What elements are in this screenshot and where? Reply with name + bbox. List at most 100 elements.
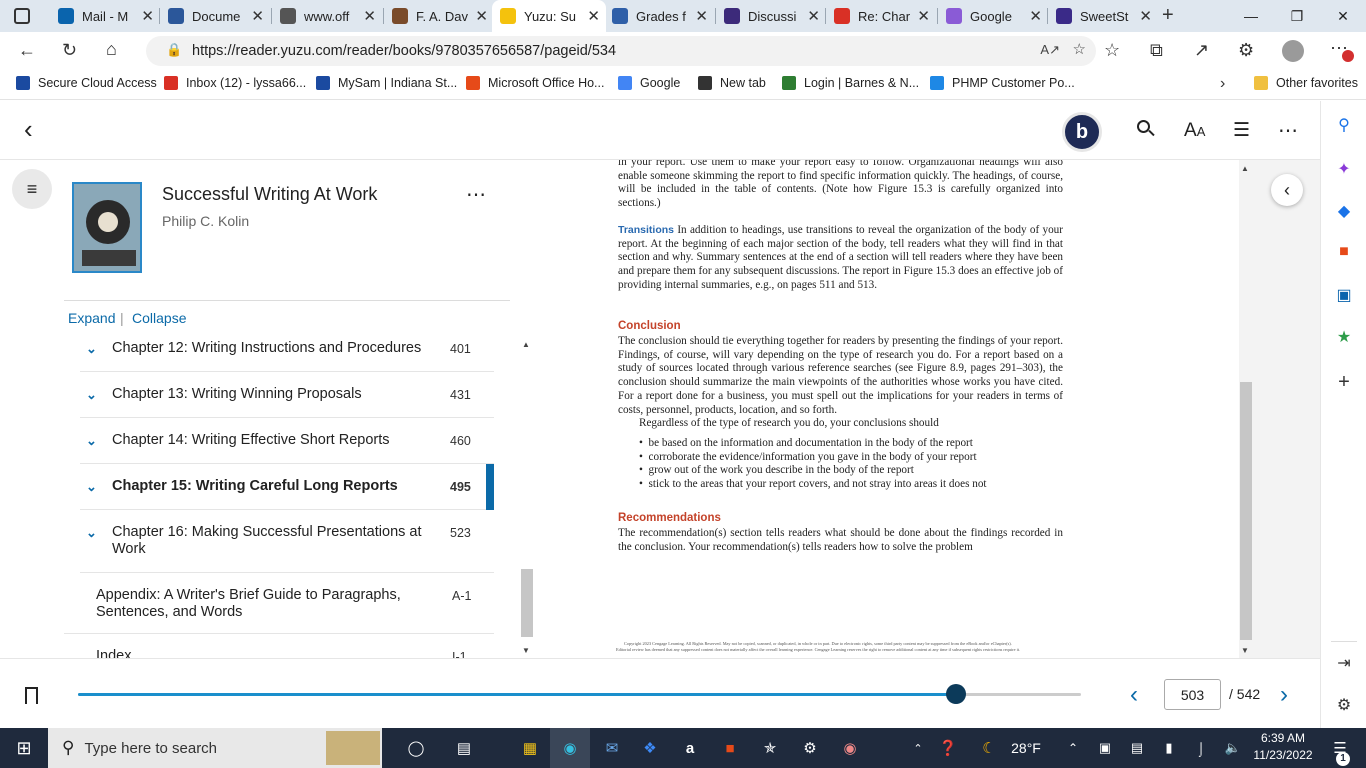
tray-app-icon-1[interactable]: ▣: [1094, 728, 1116, 768]
tab-8[interactable]: Re: Char ✕: [826, 0, 936, 32]
favorite-link-7[interactable]: Login | Barnes & N...: [782, 76, 919, 90]
reader-back-chevron-icon[interactable]: ‹: [24, 116, 33, 142]
edge-taskbar-icon[interactable]: ◉: [550, 728, 590, 768]
toc-scrollbar-thumb[interactable]: [521, 569, 533, 637]
dropbox-icon[interactable]: ❖: [632, 728, 668, 768]
app-bolt-icon[interactable]: ✯: [752, 728, 788, 768]
tray-app-icon-2[interactable]: ▤: [1126, 728, 1148, 768]
settings-taskbar-icon[interactable]: ⚙: [792, 728, 828, 768]
page-number-input[interactable]: 503: [1164, 679, 1221, 710]
favorites-overflow-chevron-icon[interactable]: ›: [1220, 75, 1225, 93]
favorites-icon[interactable]: ☆: [1104, 40, 1120, 61]
page-slider-thumb[interactable]: [945, 684, 966, 704]
task-view-icon[interactable]: ▤: [446, 728, 482, 768]
chevron-down-icon[interactable]: ⌄: [86, 525, 97, 541]
tab-10[interactable]: SweetSt ✕: [1048, 0, 1158, 32]
favorite-link-5[interactable]: Google: [618, 76, 680, 90]
tab-close-icon[interactable]: ✕: [917, 7, 930, 25]
back-arrow-icon[interactable]: ←: [18, 40, 36, 61]
microsoft-store-icon[interactable]: ▦: [512, 728, 548, 768]
favorite-link-4[interactable]: Microsoft Office Ho...: [466, 76, 604, 90]
edge-search-icon[interactable]: ⚲: [1321, 115, 1366, 135]
start-windows-icon[interactable]: ⊞: [0, 728, 48, 768]
search-icon[interactable]: [1137, 120, 1155, 138]
favorite-link-6[interactable]: New tab: [698, 76, 766, 90]
toc-item-4[interactable]: ⌄ Chapter 15: Writing Careful Long Report…: [80, 464, 494, 510]
office-icon[interactable]: ■: [1321, 243, 1366, 261]
battery-icon[interactable]: ▮: [1158, 728, 1180, 768]
add-sidebar-app-icon[interactable]: +: [1321, 371, 1366, 394]
tray-chevron-icon[interactable]: ⌃: [1062, 728, 1084, 768]
tab-6[interactable]: Grades f ✕: [604, 0, 714, 32]
tab-close-icon[interactable]: ✕: [1029, 7, 1042, 25]
chevron-down-icon[interactable]: ⌄: [86, 341, 97, 357]
bookmark-icon[interactable]: [25, 687, 38, 704]
refresh-icon[interactable]: ↻: [62, 40, 77, 61]
tab-close-icon[interactable]: ✕: [251, 7, 264, 25]
tab-9[interactable]: Google ✕: [938, 0, 1048, 32]
page-slider-track[interactable]: [78, 684, 1081, 704]
help-icon[interactable]: ❓: [932, 728, 964, 768]
read-aloud-icon[interactable]: A↗: [1040, 42, 1060, 58]
next-page-chevron-icon[interactable]: ›: [1280, 681, 1288, 709]
restore-button[interactable]: ❐: [1274, 0, 1320, 32]
toc-item-1[interactable]: ⌄ Chapter 12: Writing Instructions and Pr…: [80, 326, 494, 372]
toc-item-5[interactable]: ⌄ Chapter 16: Making Successful Presentat…: [80, 510, 494, 573]
clock[interactable]: 6:39 AM 11/23/2022: [1250, 730, 1316, 764]
tab-close-icon[interactable]: ✕: [587, 7, 600, 25]
share-icon[interactable]: ↗: [1194, 40, 1209, 61]
tab-actions-icon[interactable]: [14, 8, 30, 24]
previous-page-chevron-icon[interactable]: ‹: [1130, 681, 1138, 709]
home-icon[interactable]: ⌂: [106, 39, 117, 60]
favorite-link-1[interactable]: Secure Cloud Access: [16, 76, 157, 90]
add-favorite-icon[interactable]: ☆: [1073, 40, 1086, 58]
toc-item-7[interactable]: Index I-1: [64, 634, 494, 658]
tab-1[interactable]: Mail - M ✕: [50, 0, 160, 32]
hide-sidebar-icon[interactable]: ⇥: [1321, 653, 1366, 673]
toc-menu-button[interactable]: ≡: [12, 169, 52, 209]
mail-taskbar-icon[interactable]: ✉: [594, 728, 630, 768]
page-scrollbar-thumb[interactable]: [1240, 382, 1252, 640]
new-tab-plus-icon[interactable]: +: [1162, 4, 1174, 27]
minimize-button[interactable]: —: [1228, 0, 1274, 32]
tab-close-icon[interactable]: ✕: [807, 7, 820, 25]
other-favorites-link[interactable]: Other favorites: [1254, 76, 1358, 90]
tab-close-icon[interactable]: ✕: [695, 7, 708, 25]
favorite-link-8[interactable]: PHMP Customer Po...: [930, 76, 1075, 90]
toc-item-6[interactable]: Appendix: A Writer's Brief Guide to Para…: [64, 573, 494, 634]
favorite-link-2[interactable]: Inbox (12) - lyssa66...: [164, 76, 306, 90]
weather-moon-icon[interactable]: ☾: [974, 728, 1004, 768]
amazon-icon[interactable]: a: [672, 728, 708, 768]
reader-more-icon[interactable]: ⋯: [1278, 118, 1298, 143]
toc-scroll-down-icon[interactable]: ▼: [522, 646, 530, 655]
close-window-button[interactable]: ✕: [1320, 0, 1366, 32]
tab-close-icon[interactable]: ✕: [1139, 7, 1152, 25]
notes-checklist-icon[interactable]: ☰: [1233, 119, 1250, 142]
tab-close-icon[interactable]: ✕: [475, 7, 488, 25]
copilot-sparkle-icon[interactable]: ✦: [1321, 159, 1366, 179]
toc-item-2[interactable]: ⌄ Chapter 13: Writing Winning Proposals 43…: [80, 372, 494, 418]
tab-2[interactable]: Docume ✕: [160, 0, 270, 32]
collapse-panel-button[interactable]: ‹: [1271, 174, 1303, 206]
book-options-icon[interactable]: ⋯: [466, 182, 486, 207]
address-bar[interactable]: 🔒 https://reader.yuzu.com/reader/books/9…: [146, 36, 1096, 66]
tools-icon[interactable]: ★: [1321, 327, 1366, 347]
account-avatar[interactable]: b: [1062, 112, 1102, 152]
volume-icon[interactable]: 🔈: [1222, 728, 1244, 768]
tab-7[interactable]: Discussi ✕: [716, 0, 826, 32]
wifi-icon[interactable]: ⌡: [1190, 728, 1212, 768]
chevron-down-icon[interactable]: ⌄: [86, 479, 97, 495]
expand-link[interactable]: Expand: [68, 310, 115, 326]
toc-item-3[interactable]: ⌄ Chapter 14: Writing Effective Short Rep…: [80, 418, 494, 464]
toc-scroll-up-icon[interactable]: ▲: [522, 340, 530, 349]
tab-4[interactable]: F. A. Dav ✕: [384, 0, 494, 32]
tab-close-icon[interactable]: ✕: [363, 7, 376, 25]
tab-close-icon[interactable]: ✕: [141, 7, 154, 25]
page-scroll-up-icon[interactable]: ▲: [1241, 164, 1249, 173]
extensions-icon[interactable]: ⚙: [1238, 40, 1254, 61]
chevron-down-icon[interactable]: ⌄: [86, 433, 97, 449]
collapse-link[interactable]: Collapse: [132, 310, 186, 326]
cortana-circle-icon[interactable]: ◯: [398, 728, 434, 768]
page-scroll-down-icon[interactable]: ▼: [1241, 646, 1249, 655]
collections-icon[interactable]: ⧉: [1150, 40, 1163, 61]
